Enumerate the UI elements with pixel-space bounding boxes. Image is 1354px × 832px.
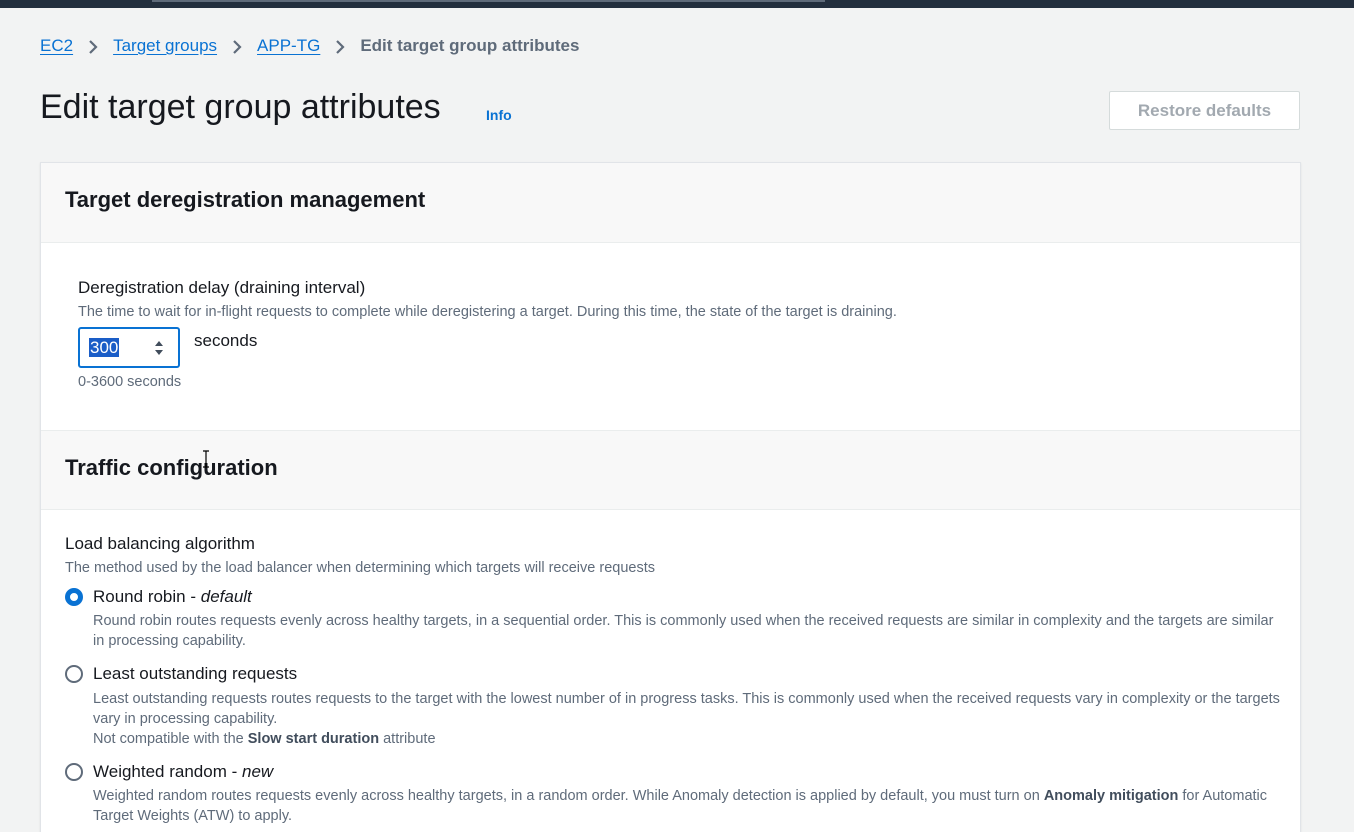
least-outstanding-note: Not compatible with the Slow start durat… — [93, 731, 436, 747]
weighted-random-radio[interactable] — [65, 763, 83, 781]
breadcrumb-target-groups-link[interactable]: Target groups — [113, 36, 217, 56]
chevron-right-icon — [320, 36, 360, 56]
least-outstanding-radio[interactable] — [65, 665, 83, 683]
top-navigation-bar — [0, 0, 1354, 8]
breadcrumb-current: Edit target group attributes — [360, 36, 580, 55]
spinner-arrows-icon[interactable] — [152, 339, 166, 357]
deregistration-delay-value: 300 — [89, 338, 120, 357]
page-title: Edit target group attributes — [40, 88, 441, 126]
least-outstanding-label[interactable]: Least outstanding requests — [93, 664, 297, 684]
deregistration-delay-description: The time to wait for in-flight requests … — [78, 304, 897, 320]
attributes-panel: Target deregistration management Deregis… — [40, 162, 1301, 832]
round-robin-radio[interactable] — [65, 588, 83, 606]
traffic-section-header: Traffic configuration — [41, 430, 1300, 510]
weighted-random-label[interactable]: Weighted random - new — [93, 762, 273, 782]
section-title: Target deregistration management — [65, 187, 426, 212]
deregistration-section-header: Target deregistration management — [41, 163, 1300, 243]
deregistration-delay-constraint: 0-3600 seconds — [78, 374, 182, 390]
weighted-random-description: Weighted random routes requests evenly a… — [93, 788, 1268, 824]
chevron-right-icon — [217, 36, 257, 56]
least-outstanding-description: Least outstanding requests routes reques… — [93, 691, 1280, 727]
algorithm-label: Load balancing algorithm — [65, 534, 255, 553]
round-robin-description: Round robin routes requests evenly acros… — [93, 613, 1274, 649]
algorithm-description: The method used by the load balancer whe… — [65, 560, 655, 576]
text-cursor-icon — [203, 450, 209, 468]
section-title: Traffic configuration — [65, 455, 278, 480]
breadcrumb-app-tg-link[interactable]: APP-TG — [257, 36, 320, 56]
breadcrumb-ec2-link[interactable]: EC2 — [40, 36, 73, 56]
chevron-right-icon — [73, 36, 113, 56]
round-robin-label[interactable]: Round robin - default — [93, 587, 252, 607]
deregistration-delay-label: Deregistration delay (draining interval) — [78, 278, 366, 297]
info-link[interactable]: Info — [486, 107, 512, 123]
deregistration-delay-input[interactable]: 300 — [78, 327, 180, 368]
breadcrumb: EC2 Target groups APP-TG Edit target gro… — [40, 35, 579, 57]
restore-defaults-button[interactable]: Restore defaults — [1109, 91, 1300, 130]
top-bar-highlight — [152, 0, 825, 2]
deregistration-delay-unit: seconds — [194, 331, 258, 350]
